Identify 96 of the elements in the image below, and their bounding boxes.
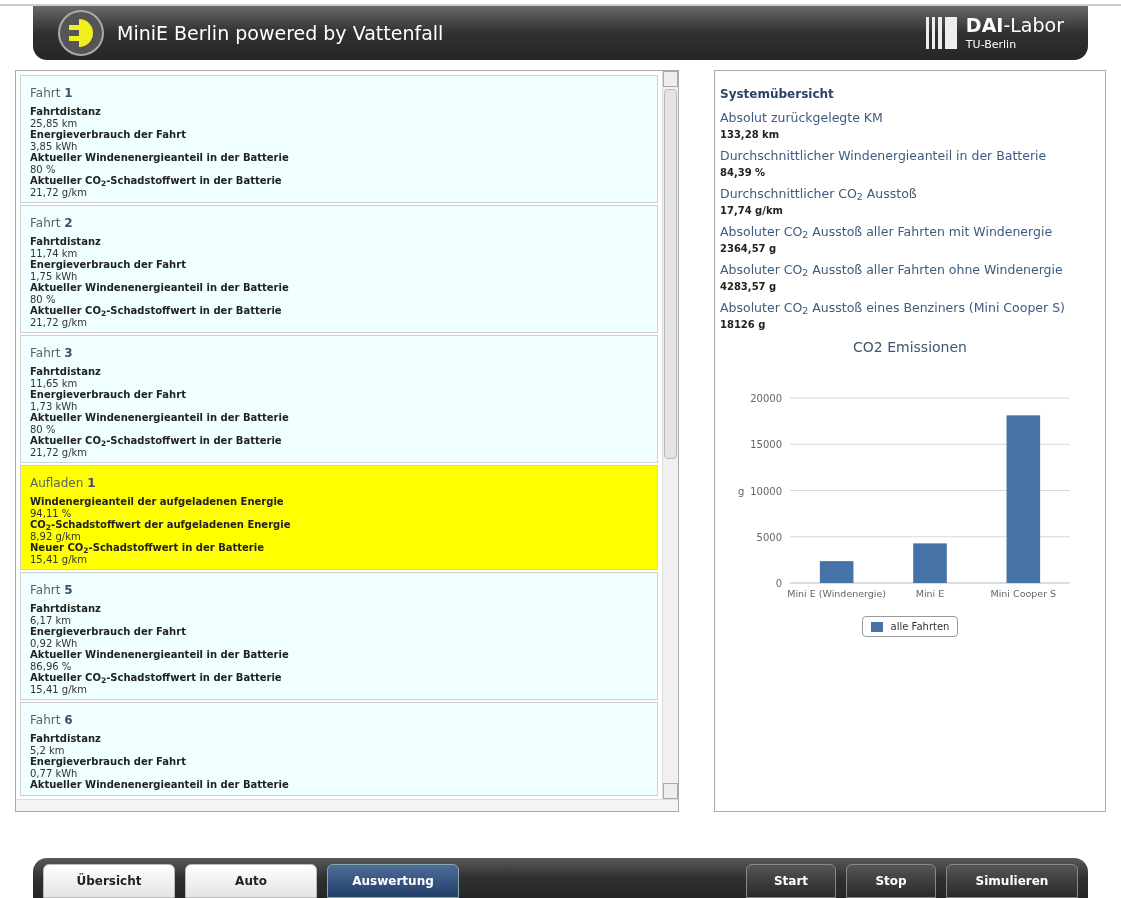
entry-label: Energieverbrauch der Fahrt [30,756,187,768]
entry-value: 1,75 kWh [30,270,79,282]
entry-label: Fahrtdistanz [30,733,102,745]
entry-value: 5,2 km [30,744,66,756]
event-card[interactable]: Fahrt 3 Fahrtdistanz 11,65 km Energieverbrauch der Fahrt 1,73 kWh Aktueller Windenenergieanteil in der Batterie 80 % Aktueller CO$_{2}$-Schadstoffwert in der Batterie 21,72 g/km [20,335,658,463]
action-button[interactable]: Start [746,864,836,898]
entry-value: 15,41 g/km [30,553,89,565]
legend-swatch [870,621,883,632]
entry-value: 21,72 g/km [30,186,89,198]
brand-name: DAI-Labor [965,14,1064,38]
entry-label: Fahrtdistanz [30,106,102,118]
entry-label: Aktueller Windenenergieanteil in der Batterie [30,412,290,424]
entry-label: Energieverbrauch der Fahrt [30,389,187,401]
entry-value: 80 % [30,293,57,305]
entry-value: 6,17 km [30,614,72,626]
entry-value: 15,41 g/km [30,683,89,695]
entry-value: 94,11 % [30,507,73,519]
entry-value: 8,92 g/km [30,530,82,542]
event-card[interactable]: Fahrt 6 Fahrtdistanz 5,2 km Energieverbrauch der Fahrt 0,77 kWh Aktueller Windenenergieanteil in der Batterie [20,702,658,796]
nav-tab[interactable]: Auto [185,864,317,898]
entry-value: 11,74 km [30,247,79,259]
entry-value: 0,77 kWh [30,767,79,779]
overview-title: Systemübersicht [720,86,835,103]
bar [819,561,854,583]
event-title: Fahrt 5 [30,582,74,599]
x-tick-label: Mini Cooper S [990,588,1057,599]
entry-label: Windenergieanteil der aufgeladenen Energie [30,496,285,508]
event-card[interactable]: Fahrt 1 Fahrtdistanz 25,85 km Energieverbrauch der Fahrt 3,85 kWh Aktueller Windenenergieanteil in der Batterie 80 % Aktueller CO$_{2}$-Schadstoffwert in der Batterie 21,72 g/km [20,75,658,203]
event-title: Aufladen 1 [30,475,97,492]
stat-value: 17,74 g/km [720,204,784,218]
x-tick-label: Mini E [915,588,945,599]
action-button[interactable]: Stop [846,864,936,898]
stat-value: 2364,57 g [720,242,778,256]
entry-label: Aktueller CO$_{2}$-Schadstoffwert in der Batterie [30,672,283,684]
stat-value: 133,28 km [720,128,781,142]
entry-label: Aktueller CO$_{2}$-Schadstoffwert in der Batterie [30,435,283,447]
entry-label: CO$_{2}$-Schadstoffwert der aufgeladenen Energie [30,519,292,531]
entry-label: Aktueller Windenenergieanteil in der Batterie [30,282,290,294]
bar [913,543,947,583]
y-axis-label: g [738,485,745,497]
entry-label: Aktueller CO$_{2}$-Schadstoffwert in der Batterie [30,305,283,317]
entry-value: 21,72 g/km [30,316,89,328]
bars-logo-icon [925,17,958,49]
app-title: MiniE Berlin powered by Vattenfall [117,20,444,46]
plug-logo-icon [57,9,105,57]
event-title: Fahrt 2 [30,215,74,232]
event-card[interactable]: Fahrt 5 Fahrtdistanz 6,17 km Energieverbrauch der Fahrt 0,92 kWh Aktueller Windenenergieanteil in der Batterie 86,96 % Aktueller CO$_{2}$-Schadstoffwert in der Batterie 15,41 g/km [20,572,658,700]
event-title: Fahrt 6 [30,712,74,729]
legend-label: alle Fahrten [890,620,950,634]
y-tick-label: 5000 [756,531,782,543]
y-tick-label: 10000 [750,485,782,497]
entry-label: Energieverbrauch der Fahrt [30,129,187,141]
x-tick-label: Mini E (Windenergie) [787,588,887,599]
entry-label: Fahrtdistanz [30,366,102,378]
entry-label: Aktueller Windenenergieanteil in der Batterie [30,779,290,791]
entry-label: Energieverbrauch der Fahrt [30,259,187,271]
entry-label: Neuer CO$_{2}$-Schadstoffwert in der Batterie [30,542,265,554]
entry-value: 86,96 % [30,660,73,672]
action-button[interactable]: Simulieren [946,864,1078,898]
chart-title: CO2 Emissionen [853,338,967,357]
entry-value: 11,65 km [30,377,79,389]
entry-value: 21,72 g/km [30,446,89,458]
entry-label: Aktueller Windenenergieanteil in der Batterie [30,649,290,661]
entry-label: Fahrtdistanz [30,236,102,248]
stat-label: Durchschnittlicher CO$_{2}$ Ausstoß [720,185,918,203]
brand-subtitle: TU-Berlin [965,38,1018,52]
stat-value: 4283,57 g [720,280,778,294]
scroll-thumb[interactable] [664,89,677,459]
vertical-scrollbar[interactable] [662,71,678,799]
entry-value: 25,85 km [30,117,79,129]
y-tick-label: 15000 [750,439,782,451]
stat-label: Absolut zurückgelegte KM [720,109,884,127]
entry-value: 1,73 kWh [30,400,79,412]
stat-label: Absoluter CO$_{2}$ Ausstoß aller Fahrten mit Windenergie [720,223,1054,241]
event-card[interactable]: Aufladen 1 Windenergieanteil der aufgeladenen Energie 94,11 % CO$_{2}$-Schadstoffwert der aufgeladenen Energie 8,92 g/km Neuer CO$_{2}$-Schadstoffwert in der Batterie 15,41 g/km [20,465,658,570]
y-tick-label: 20000 [750,393,782,404]
nav-tab[interactable]: Auswertung [327,864,459,898]
entry-value: 80 % [30,163,57,175]
event-title: Fahrt 1 [30,85,74,102]
event-card[interactable]: Fahrt 2 Fahrtdistanz 11,74 km Energieverbrauch der Fahrt 1,75 kWh Aktueller Windenenergieanteil in der Batterie 80 % Aktueller CO$_{2}$-Schadstoffwert in der Batterie 21,72 g/km [20,205,658,333]
entry-label: Aktueller CO$_{2}$-Schadstoffwert in der Batterie [30,175,283,187]
entry-label: Fahrtdistanz [30,603,102,615]
stat-label: Absoluter CO$_{2}$ Ausstoß aller Fahrten ohne Windenergie [720,261,1064,279]
event-title: Fahrt 3 [30,345,74,362]
entry-value: 0,92 kWh [30,637,79,649]
nav-tab[interactable]: Übersicht [43,864,175,898]
stat-label: Durchschnittlicher Windenergieanteil in der Batterie [720,147,1048,165]
entry-value: 3,85 kWh [30,140,79,152]
entry-value: 80 % [30,423,57,435]
stat-value: 18126 g [720,318,767,332]
entry-label: Energieverbrauch der Fahrt [30,626,187,638]
stat-value: 84,39 % [720,166,767,180]
stat-label: Absoluter CO$_{2}$ Ausstoß eines Benziners (Mini Cooper S) [720,299,1066,317]
entry-label: Aktueller Windenenergieanteil in der Batterie [30,152,290,164]
horizontal-scrollbar[interactable] [16,799,678,811]
y-tick-label: 0 [775,578,782,589]
